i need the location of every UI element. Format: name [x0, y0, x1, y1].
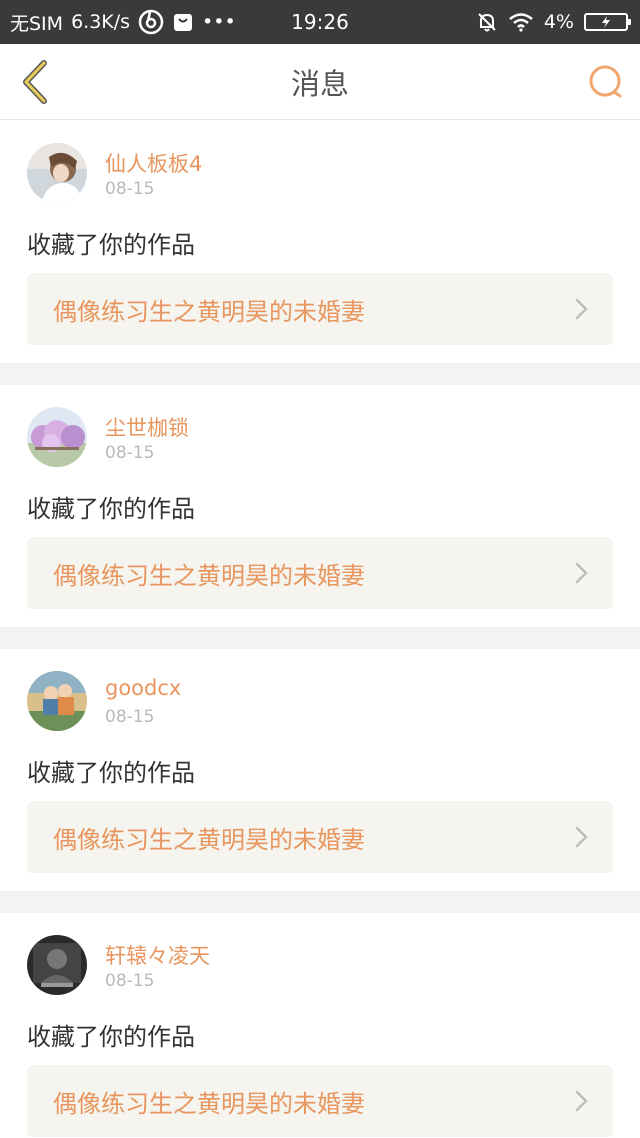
message-card: 仙人板板4 08-15 收藏了你的作品 偶像练习生之黄明昊的未婚妻: [0, 121, 640, 363]
wifi-icon: [508, 12, 534, 32]
work-link[interactable]: 偶像练习生之黄明昊的未婚妻: [27, 537, 613, 609]
status-right: 4%: [476, 0, 631, 44]
work-title: 偶像练习生之黄明昊的未婚妻: [53, 561, 365, 590]
page-title: 消息: [290, 67, 349, 101]
divider: [0, 627, 640, 649]
avatar[interactable]: [27, 407, 87, 467]
status-bar: 无SIM 6.3K/s ••• 19:26 4%: [0, 0, 640, 44]
message-card: 轩辕々凌天 08-15 收藏了你的作品 偶像练习生之黄明昊的未婚妻: [0, 913, 640, 1138]
avatar[interactable]: [27, 671, 87, 731]
search-icon: [589, 65, 622, 98]
work-title: 偶像练习生之黄明昊的未婚妻: [53, 297, 365, 326]
work-title: 偶像练习生之黄明昊的未婚妻: [53, 1089, 365, 1118]
chevron-right-icon: [575, 1090, 588, 1112]
message-date: 08-15: [105, 971, 155, 991]
chevron-right-icon: [575, 826, 588, 848]
battery-percent: 4%: [543, 11, 574, 33]
work-link[interactable]: 偶像练习生之黄明昊的未婚妻: [27, 273, 613, 345]
username[interactable]: 尘世枷锁: [105, 412, 189, 442]
chevron-right-icon: [575, 562, 588, 584]
message-card: 尘世枷锁 08-15 收藏了你的作品 偶像练习生之黄明昊的未婚妻: [0, 385, 640, 627]
search-button[interactable]: [586, 62, 626, 102]
work-title: 偶像练习生之黄明昊的未婚妻: [53, 825, 365, 854]
username[interactable]: 轩辕々凌天: [105, 940, 210, 970]
message-list: 仙人板板4 08-15 收藏了你的作品 偶像练习生之黄明昊的未婚妻 尘世枷锁 0…: [0, 121, 640, 1138]
action-text: 收藏了你的作品: [27, 231, 195, 259]
mute-bell-icon: [476, 11, 498, 33]
work-link[interactable]: 偶像练习生之黄明昊的未婚妻: [27, 801, 613, 873]
avatar[interactable]: [27, 935, 87, 995]
chevron-right-icon: [575, 298, 588, 320]
username[interactable]: 仙人板板4: [105, 148, 202, 178]
message-date: 08-15: [105, 707, 155, 727]
avatar[interactable]: [27, 143, 87, 203]
action-text: 收藏了你的作品: [27, 1023, 195, 1051]
username[interactable]: goodcx: [105, 676, 181, 700]
divider: [0, 891, 640, 913]
message-date: 08-15: [105, 443, 155, 463]
message-date: 08-15: [105, 179, 155, 199]
action-text: 收藏了你的作品: [27, 759, 195, 787]
action-text: 收藏了你的作品: [27, 495, 195, 523]
message-card: goodcx 08-15 收藏了你的作品 偶像练习生之黄明昊的未婚妻: [0, 649, 640, 891]
battery-icon: [584, 13, 631, 31]
nav-header: 消息: [0, 44, 640, 120]
work-link[interactable]: 偶像练习生之黄明昊的未婚妻: [27, 1065, 613, 1137]
divider: [0, 363, 640, 385]
